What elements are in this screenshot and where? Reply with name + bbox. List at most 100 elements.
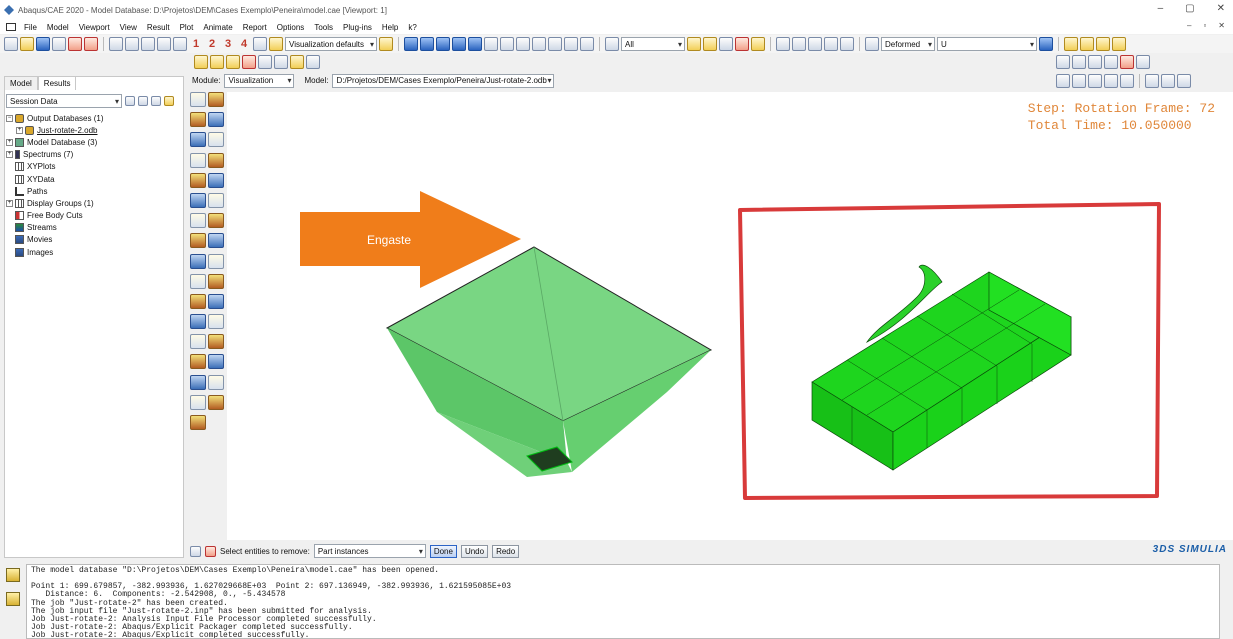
- tool-icon[interactable]: [208, 354, 224, 370]
- tool-icon[interactable]: [190, 92, 206, 107]
- tree-item[interactable]: + Just-rotate-2.odb: [6, 124, 182, 136]
- display-group-icon[interactable]: [751, 37, 765, 51]
- filter-icon[interactable]: [138, 96, 148, 106]
- print-viewport-icon[interactable]: [1145, 74, 1159, 88]
- child-minimize-button[interactable]: –: [1187, 21, 1191, 30]
- first-frame-icon[interactable]: [792, 37, 806, 51]
- deformed-select[interactable]: Deformed: [881, 37, 935, 51]
- refresh-icon[interactable]: [1039, 37, 1053, 51]
- system-menu-icon[interactable]: [6, 23, 16, 31]
- menu-animate[interactable]: Animate: [203, 23, 232, 32]
- tool-icon[interactable]: [190, 354, 206, 370]
- undo-button[interactable]: Undo: [460, 544, 489, 558]
- palette-icon[interactable]: [379, 37, 393, 51]
- tool-icon[interactable]: [208, 394, 224, 410]
- tab-results[interactable]: Results: [37, 76, 77, 90]
- message-area-icon[interactable]: [6, 568, 20, 582]
- tree-item[interactable]: Free Body Cuts: [6, 210, 182, 222]
- session-data-select[interactable]: Session Data: [6, 94, 122, 108]
- cancel-procedure-icon[interactable]: [205, 545, 216, 557]
- tool-icon[interactable]: [190, 314, 206, 330]
- tree-item[interactable]: + Model Database (3): [6, 136, 182, 148]
- tool-icon[interactable]: [190, 233, 206, 249]
- viewport[interactable]: Step: Rotation Frame: 72 Total Time: 10.0…: [227, 92, 1233, 540]
- back-arrow-icon[interactable]: [190, 545, 201, 557]
- viewport-cascade-icon[interactable]: [125, 37, 139, 51]
- pause-icon[interactable]: [776, 37, 790, 51]
- context-help-button[interactable]: k?: [408, 23, 416, 32]
- tool-icon[interactable]: [208, 293, 224, 309]
- viewport-1-button[interactable]: 1: [189, 38, 203, 50]
- expand-icon[interactable]: +: [6, 199, 13, 207]
- tool-icon[interactable]: [208, 112, 224, 128]
- tree-item[interactable]: Paths: [6, 185, 182, 197]
- tool-icon[interactable]: [190, 192, 206, 208]
- message-area[interactable]: The model database "D:\Projetos\DEM\Case…: [26, 564, 1220, 639]
- tool-icon[interactable]: [208, 334, 224, 350]
- viewport-delete-icon[interactable]: [157, 37, 171, 51]
- sort-icon[interactable]: [125, 96, 135, 106]
- import-icon[interactable]: [68, 37, 82, 51]
- tree-item[interactable]: Movies: [6, 234, 182, 246]
- select-element-icon[interactable]: [703, 37, 717, 51]
- anim-next-icon[interactable]: [1104, 74, 1118, 88]
- plot-undeformed-icon[interactable]: [194, 55, 208, 69]
- selection-filter-select[interactable]: All: [621, 37, 685, 51]
- open-file-icon[interactable]: [20, 37, 34, 51]
- expand-icon[interactable]: +: [6, 138, 13, 146]
- view-front-icon[interactable]: [1080, 37, 1094, 51]
- plot-contours-icon[interactable]: [210, 55, 224, 69]
- tab-model[interactable]: Model: [4, 76, 38, 90]
- visualization-defaults-select[interactable]: Visualization defaults: [285, 37, 377, 51]
- tool-icon[interactable]: [208, 273, 224, 289]
- undo-view-icon[interactable]: [258, 55, 272, 69]
- maximize-button[interactable]: ▢: [1185, 3, 1194, 14]
- select-box-icon[interactable]: [719, 37, 733, 51]
- viewport-new-icon[interactable]: [141, 37, 155, 51]
- view-top-icon[interactable]: [1096, 37, 1110, 51]
- close-button[interactable]: ✕: [1217, 3, 1225, 14]
- pan-icon[interactable]: [1056, 55, 1070, 69]
- tree-item[interactable]: XYPlots: [6, 161, 182, 173]
- tool-icon[interactable]: [190, 273, 206, 289]
- entity-type-select[interactable]: Part instances: [313, 544, 426, 558]
- text-tool-icon[interactable]: [532, 37, 546, 51]
- movie-icon[interactable]: [1177, 74, 1191, 88]
- child-close-button[interactable]: ✕: [1218, 21, 1225, 30]
- select-node-icon[interactable]: [687, 37, 701, 51]
- grid-icon[interactable]: [580, 37, 594, 51]
- tree-item[interactable]: + Display Groups (1): [6, 197, 182, 209]
- menu-model[interactable]: Model: [47, 23, 69, 32]
- tool-icon[interactable]: [190, 132, 206, 148]
- print-icon[interactable]: [52, 37, 66, 51]
- view-side-icon[interactable]: [1112, 37, 1126, 51]
- render-filled-icon[interactable]: [452, 37, 466, 51]
- tool-icon[interactable]: [190, 152, 206, 168]
- query-icon[interactable]: [484, 37, 498, 51]
- anim-prev-icon[interactable]: [1088, 74, 1102, 88]
- select-arrow-icon[interactable]: [242, 55, 256, 69]
- deformed-shape-icon[interactable]: [865, 37, 879, 51]
- menu-view[interactable]: View: [120, 23, 137, 32]
- zoom-icon[interactable]: [1104, 55, 1118, 69]
- render-hidden-icon[interactable]: [436, 37, 450, 51]
- tool-icon[interactable]: [208, 152, 224, 168]
- tool-icon[interactable]: [190, 293, 206, 309]
- magnify-icon[interactable]: [1088, 55, 1102, 69]
- measure-icon[interactable]: [500, 37, 514, 51]
- rotate-icon[interactable]: [1072, 55, 1086, 69]
- tool-icon[interactable]: [208, 172, 224, 188]
- menu-tools[interactable]: Tools: [314, 23, 333, 32]
- tool-icon[interactable]: [190, 374, 206, 390]
- tool-icon[interactable]: [208, 253, 224, 269]
- view-iso-icon[interactable]: [1064, 37, 1078, 51]
- done-button[interactable]: Done: [429, 544, 457, 558]
- last-frame-icon[interactable]: [840, 37, 854, 51]
- tool-icon[interactable]: [208, 374, 224, 390]
- select-polygon-icon[interactable]: [735, 37, 749, 51]
- redo-button[interactable]: Redo: [492, 544, 520, 558]
- redo-view-icon[interactable]: [274, 55, 288, 69]
- new-file-icon[interactable]: [4, 37, 18, 51]
- menu-plot[interactable]: Plot: [180, 23, 194, 32]
- auto-fit-icon[interactable]: [1136, 55, 1150, 69]
